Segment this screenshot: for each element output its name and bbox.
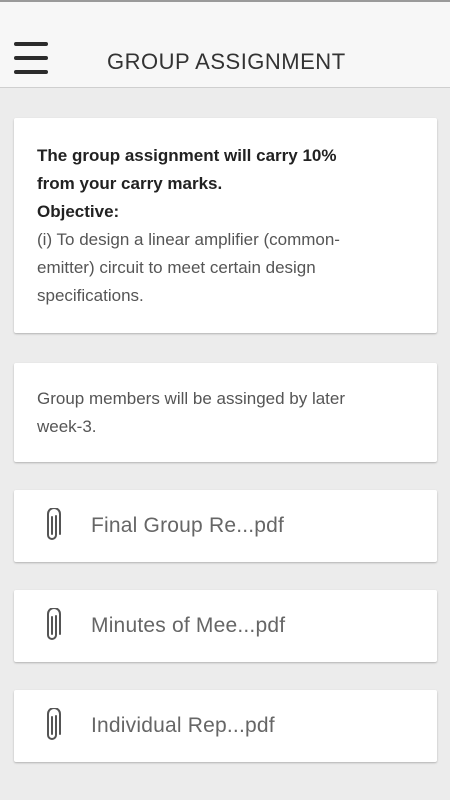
attachment-label: Final Group Re...pdf <box>91 514 285 537</box>
paperclip-icon <box>47 708 61 740</box>
note-text-line1: Group members will be assinged by later <box>37 389 346 408</box>
attachment-label: Individual Rep...pdf <box>91 714 275 737</box>
note-text-line2: week-3. <box>37 417 97 436</box>
paperclip-icon <box>47 608 61 640</box>
paperclip-icon <box>47 508 61 540</box>
menu-bar-top <box>14 42 48 46</box>
weight-text-line1: The group assignment will carry 10% <box>37 146 337 165</box>
assignment-description-card: The group assignment will carry 10% from… <box>14 118 437 333</box>
attachment-individual-report[interactable]: Individual Rep...pdf <box>14 690 437 762</box>
objective-text-line2: emitter) circuit to meet certain design <box>37 258 316 277</box>
hamburger-menu-icon[interactable] <box>14 42 50 74</box>
menu-bar-middle <box>14 56 48 60</box>
attachment-minutes-of-meeting[interactable]: Minutes of Mee...pdf <box>14 590 437 662</box>
group-members-note-card: Group members will be assinged by later … <box>14 363 437 462</box>
weight-text-line2: from your carry marks. <box>37 174 223 193</box>
menu-bar-bottom <box>14 70 48 74</box>
objective-text-line3: specifications. <box>37 286 144 305</box>
objective-label: Objective: <box>37 202 120 221</box>
attachment-label: Minutes of Mee...pdf <box>91 614 286 637</box>
page-title: GROUP ASSIGNMENT <box>107 49 346 74</box>
app-bar: GROUP ASSIGNMENT <box>0 2 450 88</box>
attachment-final-group-report[interactable]: Final Group Re...pdf <box>14 490 437 562</box>
objective-text-line1: (i) To design a linear amplifier (common… <box>37 230 340 249</box>
